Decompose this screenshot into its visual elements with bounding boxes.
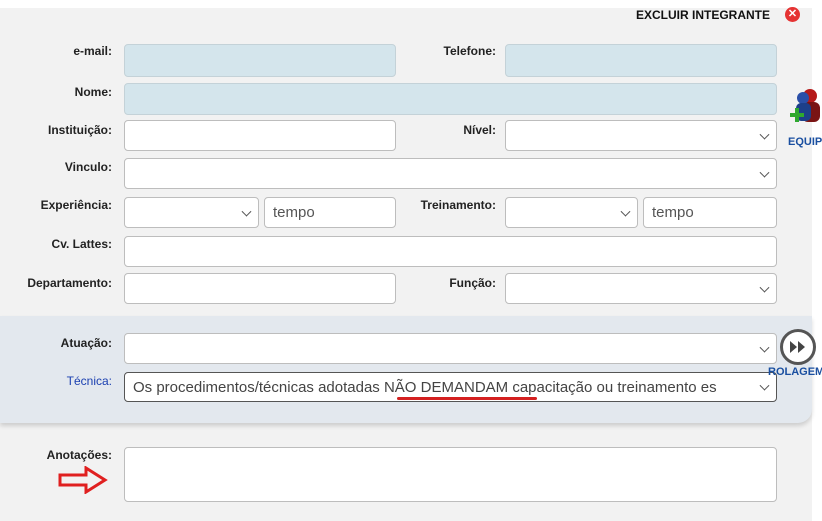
- instituicao-label: Instituição:: [47, 123, 112, 137]
- nome-label: Nome:: [74, 85, 112, 99]
- treinamento-tempo-input[interactable]: tempo: [643, 197, 777, 228]
- chevron-down-icon: [759, 282, 770, 293]
- lattes-label: Cv. Lattes:: [51, 237, 112, 251]
- experiencia-tempo-input[interactable]: tempo: [264, 197, 396, 228]
- atuacao-select[interactable]: [124, 333, 777, 364]
- nivel-label: Nível:: [463, 123, 496, 137]
- chevron-down-icon: [759, 342, 770, 353]
- close-circle-icon[interactable]: ✕: [785, 7, 800, 22]
- departamento-label: Departamento:: [27, 276, 112, 290]
- anotacoes-label: Anotações:: [46, 448, 112, 462]
- fast-forward-button[interactable]: [780, 329, 816, 365]
- fast-forward-icon: [790, 341, 805, 353]
- atuacao-label: Atuação:: [60, 336, 112, 350]
- vinculo-label: Vinculo:: [64, 160, 112, 174]
- instituicao-field[interactable]: [124, 120, 396, 151]
- vinculo-select[interactable]: [124, 158, 777, 189]
- add-team-icon[interactable]: [788, 86, 822, 132]
- excluir-integrante-link[interactable]: EXCLUIR INTEGRANTE: [636, 8, 770, 22]
- chevron-down-icon: [241, 206, 252, 217]
- treinamento-label: Treinamento:: [420, 198, 496, 212]
- rolagem-label[interactable]: ROLAGEM: [768, 366, 822, 378]
- email-label: e-mail:: [73, 44, 112, 58]
- anotacoes-textarea[interactable]: [124, 447, 777, 502]
- tecnica-value: Os procedimentos/técnicas adotadas NÃO D…: [133, 378, 717, 396]
- chevron-down-icon: [759, 380, 770, 391]
- chevron-down-icon: [759, 129, 770, 140]
- highlight-underline: [397, 397, 537, 400]
- telefone-label: Telefone:: [443, 44, 496, 58]
- equip-label[interactable]: EQUIP: [788, 136, 822, 148]
- right-edge: [812, 0, 822, 521]
- chevron-down-icon: [620, 206, 631, 217]
- telefone-field[interactable]: [505, 44, 777, 77]
- tecnica-label: Técnica:: [66, 374, 112, 388]
- experiencia-select[interactable]: [124, 197, 259, 228]
- funcao-select[interactable]: [505, 273, 777, 304]
- departamento-field[interactable]: [124, 273, 396, 304]
- nivel-select[interactable]: [505, 120, 777, 151]
- top-strip: [0, 0, 812, 8]
- arrow-right-icon: [58, 466, 108, 494]
- chevron-down-icon: [759, 167, 770, 178]
- nome-field[interactable]: [124, 83, 777, 115]
- email-field[interactable]: [124, 44, 396, 77]
- funcao-label: Função:: [449, 276, 496, 290]
- lattes-field[interactable]: [124, 236, 777, 267]
- experiencia-label: Experiência:: [40, 198, 112, 212]
- treinamento-select[interactable]: [505, 197, 638, 228]
